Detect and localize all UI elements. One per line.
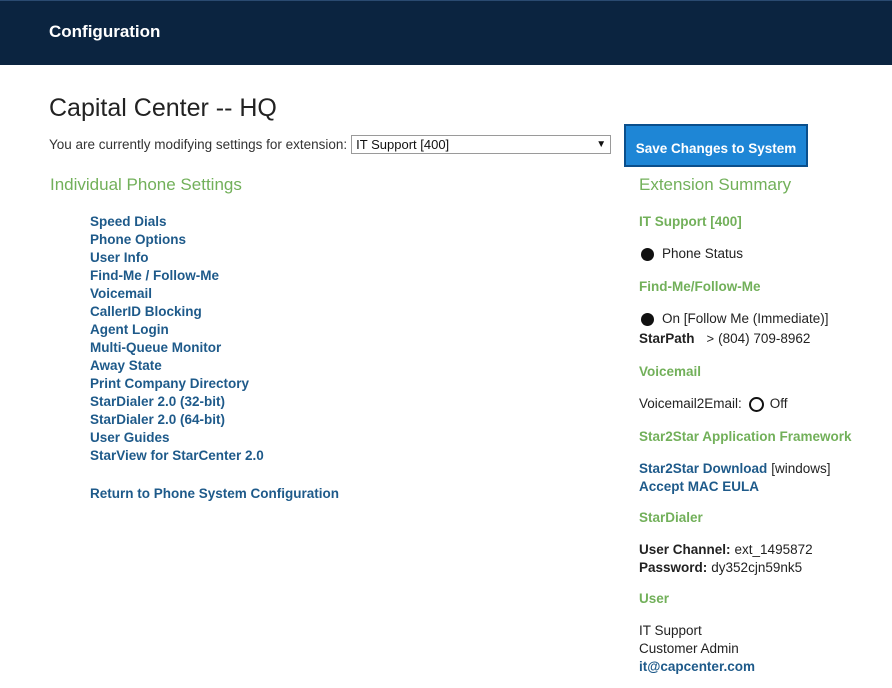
accept-mac-eula-link[interactable]: Accept MAC EULA — [639, 478, 759, 496]
download-row: Star2Star Download [windows] — [639, 460, 831, 478]
user-email-link[interactable]: it@capcenter.com — [639, 658, 755, 676]
starview-link[interactable]: StarView for StarCenter 2.0 — [90, 448, 264, 463]
password-label: Password: — [639, 560, 708, 575]
password-row: Password: dy352cjn59nk5 — [639, 559, 802, 577]
extension-prompt-label: You are currently modifying settings for… — [49, 137, 348, 152]
starpath-label: StarPath — [639, 331, 695, 346]
agent-login-link[interactable]: Agent Login — [90, 322, 169, 337]
header-title: Configuration — [49, 22, 161, 41]
user-heading: User — [639, 591, 670, 606]
individual-settings-heading: Individual Phone Settings — [50, 175, 242, 194]
voicemail2email-value: Off — [769, 396, 788, 411]
stardialer-32bit-link[interactable]: StarDialer 2.0 (32-bit) — [90, 394, 225, 409]
download-platform: [windows] — [771, 461, 831, 476]
extension-name-heading: IT Support [400] — [639, 214, 742, 229]
eula-row: Accept MAC EULA — [639, 478, 759, 496]
status-dot-icon — [641, 247, 654, 261]
user-name: IT Support — [639, 623, 702, 638]
password-value: dy352cjn59nk5 — [711, 560, 803, 575]
callerid-blocking-link[interactable]: CallerID Blocking — [90, 304, 202, 319]
user-role: Customer Admin — [639, 641, 739, 656]
stardialer-64bit-link[interactable]: StarDialer 2.0 (64-bit) — [90, 412, 225, 427]
phone-options-link[interactable]: Phone Options — [90, 232, 186, 247]
user-channel-row: User Channel: ext_1495872 — [639, 541, 813, 559]
caret-down-icon: ▼ — [596, 139, 607, 150]
top-header-bar: Configuration — [0, 0, 892, 65]
voicemail-heading: Voicemail — [639, 364, 702, 379]
phone-settings-links: Speed Dials Phone Options User Info Find… — [90, 213, 264, 465]
starpath-number: (804) 709-8962 — [718, 331, 811, 346]
starpath-row: StarPath > (804) 709-8962 — [639, 330, 810, 348]
multi-queue-monitor-link[interactable]: Multi-Queue Monitor — [90, 340, 221, 355]
user-channel-value: ext_1495872 — [734, 542, 813, 557]
framework-heading: Star2Star Application Framework — [639, 429, 852, 444]
voicemail2email-label: Voicemail2Email: — [639, 396, 742, 411]
phone-status-label: Phone Status — [662, 246, 744, 261]
find-me-follow-me-link[interactable]: Find-Me / Follow-Me — [90, 268, 219, 283]
user-info-link[interactable]: User Info — [90, 250, 149, 265]
findme-heading: Find-Me/Follow-Me — [639, 279, 761, 294]
print-company-directory-link[interactable]: Print Company Directory — [90, 376, 249, 391]
save-changes-button[interactable]: Save Changes to System — [624, 124, 808, 167]
status-dot-icon — [641, 312, 654, 326]
page-title: Capital Center -- HQ — [49, 94, 277, 122]
chevron-right-icon: > — [706, 331, 715, 346]
away-state-link[interactable]: Away State — [90, 358, 162, 373]
user-channel-label: User Channel: — [639, 542, 731, 557]
extension-select[interactable]: IT Support [400] ▼ — [351, 135, 612, 154]
extension-selector-row: You are currently modifying settings for… — [49, 135, 612, 154]
return-to-config-link[interactable]: Return to Phone System Configuration — [90, 486, 339, 501]
findme-status-text: On [Follow Me (Immediate)] — [662, 311, 829, 326]
stardialer-heading: StarDialer — [639, 510, 703, 525]
findme-status-row: On [Follow Me (Immediate)] — [639, 310, 829, 328]
star2star-download-link[interactable]: Star2Star Download — [639, 460, 767, 478]
extension-select-value: IT Support [400] — [356, 137, 450, 152]
extension-summary-heading: Extension Summary — [639, 175, 792, 194]
phone-status-row: Phone Status — [639, 245, 743, 263]
voicemail2email-row: Voicemail2Email: Off — [639, 395, 788, 413]
user-guides-link[interactable]: User Guides — [90, 430, 170, 445]
user-email-row: it@capcenter.com — [639, 658, 755, 676]
speed-dials-link[interactable]: Speed Dials — [90, 214, 167, 229]
voicemail-link[interactable]: Voicemail — [90, 286, 152, 301]
status-ring-icon — [748, 396, 764, 412]
